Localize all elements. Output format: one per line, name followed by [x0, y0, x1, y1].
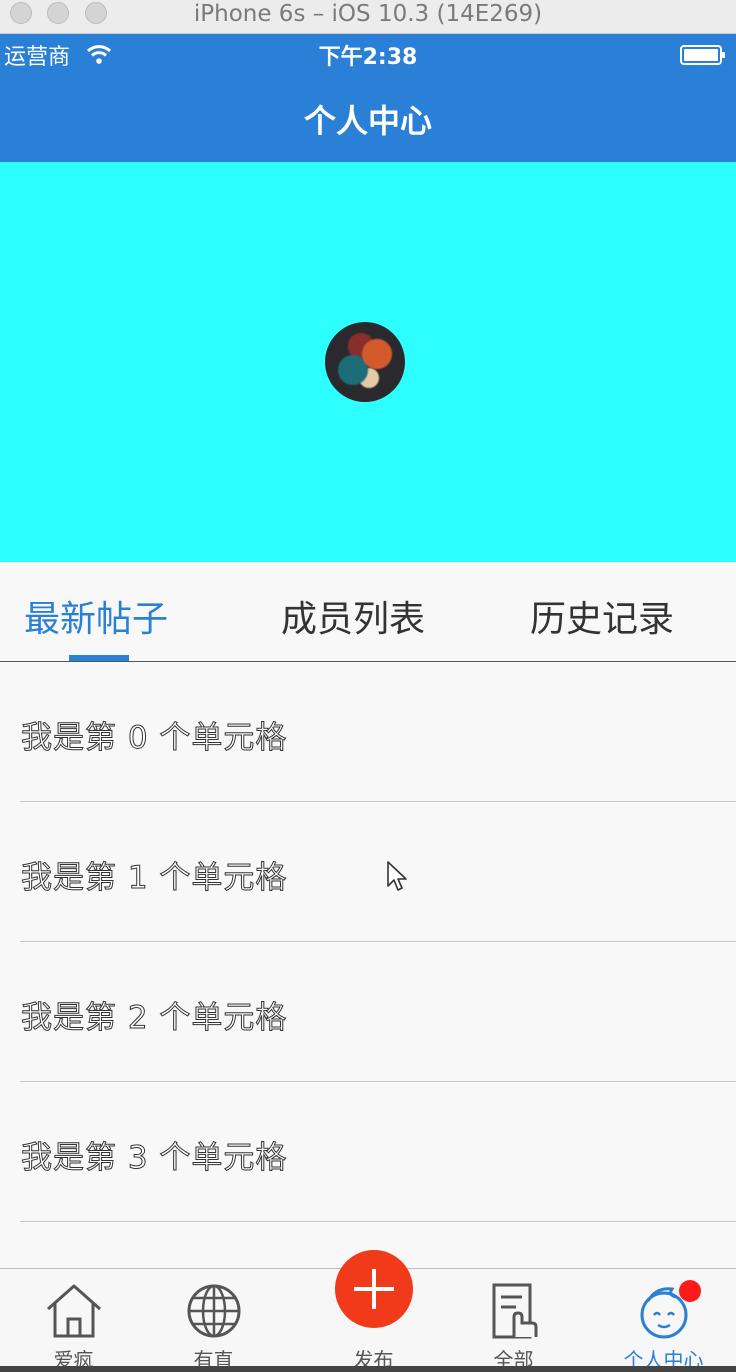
battery-icon: [680, 45, 725, 65]
list-item-label: 我是第 0 个单元格: [20, 720, 288, 757]
mouse-pointer-icon: [387, 861, 407, 891]
globe-icon: [187, 1284, 240, 1338]
list-item[interactable]: 我是第 3 个单元格: [0, 1082, 736, 1222]
status-time: 下午2:38: [318, 45, 418, 70]
separator: [20, 1221, 736, 1222]
tab-members[interactable]: 成员列表: [281, 590, 425, 642]
status-bar: 运营商 下午2:38: [0, 34, 736, 74]
profile-header: [0, 162, 736, 562]
notification-badge: [679, 1280, 701, 1302]
tab-history[interactable]: 历史记录: [530, 590, 674, 642]
document-icon: [492, 1283, 537, 1339]
tabbar-item-all[interactable]: 全部: [440, 1269, 587, 1372]
navigation-bar: 个人中心: [0, 74, 736, 162]
tabbar-item-aifeng[interactable]: 爱疯: [0, 1269, 147, 1372]
list-item[interactable]: 我是第 2 个单元格: [0, 942, 736, 1082]
tab-indicator: [69, 655, 129, 661]
list-item-label: 我是第 2 个单元格: [20, 1000, 288, 1037]
tabbar-item-profile[interactable]: 个人中心: [590, 1269, 736, 1372]
list-item-label: 我是第 1 个单元格: [20, 860, 288, 897]
tabbar-item-youzhi[interactable]: 有直: [140, 1269, 287, 1372]
simulator-titlebar: iPhone 6s – iOS 10.3 (14E269): [0, 0, 736, 34]
segment-tabs: 最新帖子 成员列表 历史记录: [0, 562, 736, 662]
avatar[interactable]: [325, 322, 405, 402]
list-item[interactable]: 我是第 1 个单元格: [0, 802, 736, 942]
post-list[interactable]: 我是第 0 个单元格 我是第 1 个单元格 我是第 2 个单元格 我是第 3 个…: [0, 662, 736, 1268]
list-item[interactable]: 我是第 0 个单元格: [0, 662, 736, 802]
simulator-title: iPhone 6s – iOS 10.3 (14E269): [193, 1, 543, 27]
publish-button[interactable]: [335, 1250, 413, 1328]
tab-latest-posts[interactable]: 最新帖子: [24, 590, 168, 642]
page-title: 个人中心: [303, 102, 432, 140]
list-item-label: 我是第 3 个单元格: [20, 1140, 288, 1177]
house-icon: [46, 1284, 101, 1338]
window-bottom-edge: [0, 1366, 736, 1372]
